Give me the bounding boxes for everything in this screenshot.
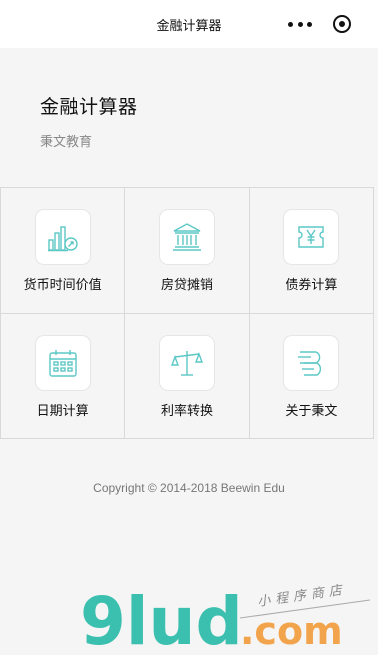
calendar-icon — [34, 334, 91, 391]
copyright-text: Copyright © 2014-2018 Beewin Edu — [93, 481, 285, 495]
menu-item-bond[interactable]: 债券计算 — [249, 188, 374, 314]
menu-item-about[interactable]: 关于秉文 — [249, 313, 374, 439]
watermark-logo: 9lud .com 小程序商店 — [80, 583, 371, 655]
more-dots-icon[interactable] — [288, 17, 312, 31]
page-header: 金融计算器 秉文教育 — [40, 92, 138, 150]
bank-building-icon — [158, 209, 215, 265]
menu-item-label: 货币时间价值 — [23, 278, 102, 293]
menu-item-time-value[interactable]: 货币时间价值 — [1, 188, 126, 314]
bar-chart-growth-icon — [34, 209, 91, 265]
menu-item-label: 利率转换 — [160, 403, 213, 419]
watermark-brand: 9lud — [80, 583, 243, 655]
target-close-icon[interactable] — [333, 15, 351, 33]
menu-item-label: 关于秉文 — [285, 403, 338, 419]
nav-title: 金融计算器 — [156, 19, 222, 34]
balance-scale-icon — [158, 334, 215, 391]
menu-item-label: 债券计算 — [285, 278, 338, 293]
page-subtitle: 秉文教育 — [40, 135, 93, 150]
menu-item-rate-conversion[interactable]: 利率转换 — [125, 313, 250, 439]
menu-item-date[interactable]: 日期计算 — [1, 313, 126, 439]
yen-ticket-icon — [283, 209, 340, 265]
calculator-menu-grid: 货币时间价值 房贷摊销 债券计算 日期计算 利率转换 关于秉文 — [0, 187, 374, 439]
menu-item-label: 房贷摊销 — [160, 278, 213, 293]
page-title: 金融计算器 — [40, 96, 138, 118]
watermark-tagline: 小程序商店 — [256, 583, 347, 610]
beewin-logo-icon — [283, 334, 340, 391]
menu-item-label: 日期计算 — [36, 403, 89, 419]
navigation-bar: 金融计算器 — [0, 0, 378, 48]
menu-item-mortgage[interactable]: 房贷摊销 — [125, 188, 250, 314]
